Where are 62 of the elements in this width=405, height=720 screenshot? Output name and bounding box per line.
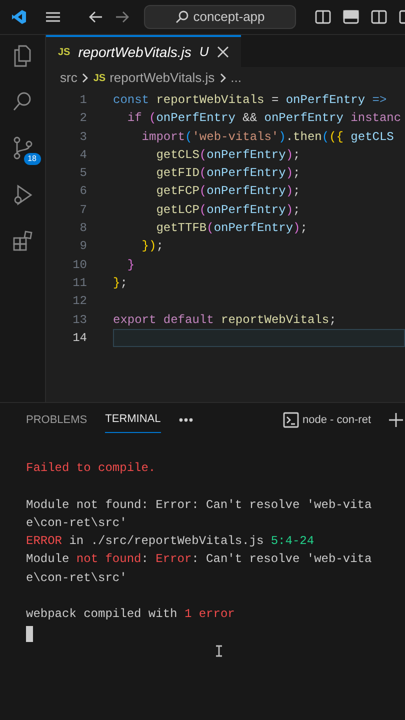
terminal-line: Module not found: Error: Can't resolve 'web-vita xyxy=(26,496,373,514)
forward-arrow-icon[interactable] xyxy=(114,9,130,25)
layout-icon[interactable] xyxy=(399,9,405,25)
terminal-line: e\con-ret\src' xyxy=(26,570,128,587)
line-number: 13 xyxy=(72,312,88,329)
line-number: 1 xyxy=(78,92,88,109)
terminal-line: webpack compiled with 1 error xyxy=(26,606,236,624)
chevron-icon xyxy=(218,73,227,83)
close-icon[interactable] xyxy=(216,46,229,58)
code-line: getLCP(onPerfEntry); xyxy=(155,202,300,217)
file-type-icon: JS xyxy=(93,70,106,86)
line-number: 7 xyxy=(78,202,88,219)
panel-layout-icon[interactable] xyxy=(343,9,359,25)
code-line: }; xyxy=(113,276,128,290)
line-number: 10 xyxy=(72,256,88,274)
terminal-line: Module not found: Error: Can't resolve 'web-vita xyxy=(26,551,373,568)
terminal-name[interactable]: node - con-ret xyxy=(302,412,371,428)
line-number: 11 xyxy=(72,274,88,292)
search-icon xyxy=(175,10,190,24)
plus-icon[interactable] xyxy=(389,413,403,427)
more-icon[interactable] xyxy=(178,418,193,422)
code-line: import('web-vitals').then(({ getCLS xyxy=(140,130,394,144)
code-line: } xyxy=(126,258,135,272)
code-line: getTTFB(onPerfEntry); xyxy=(155,221,308,236)
search-field[interactable]: concept-app xyxy=(144,5,296,29)
panel-tab[interactable]: TERMINAL xyxy=(105,407,161,433)
breadcrumb-item[interactable]: reportWebVitals.js xyxy=(110,68,215,88)
line-number: 4 xyxy=(78,146,88,164)
line-number: 9 xyxy=(78,238,88,256)
line-number: 6 xyxy=(78,183,88,200)
code-line: getFCP(onPerfEntry); xyxy=(155,184,300,198)
count-badge: 18 xyxy=(24,152,40,165)
line-number: 8 xyxy=(78,220,88,238)
logo-icon xyxy=(11,9,27,25)
breadcrumb-item[interactable]: ... xyxy=(230,68,242,88)
terminal-line: ERROR in ./src/reportWebVitals.js 5:4-24 xyxy=(26,533,316,550)
code-line: getCLS(onPerfEntry); xyxy=(155,148,300,162)
panel-tab[interactable]: PROBLEMS xyxy=(26,408,88,432)
code-line: getFID(onPerfEntry); xyxy=(155,166,300,180)
terminal-line: Failed to compile. xyxy=(26,460,157,477)
text-cursor-icon xyxy=(215,645,223,657)
chevron-icon xyxy=(81,73,90,83)
terminal-line: e\con-ret\src' xyxy=(26,514,128,532)
extensions-icon[interactable] xyxy=(10,228,34,253)
code-line: if (onPerfEntry && onPerfEntry instanc xyxy=(126,111,402,126)
line-number: 12 xyxy=(72,293,88,310)
breadcrumb-item[interactable]: src xyxy=(60,68,78,88)
line-number: 3 xyxy=(78,128,88,146)
code-line: }); xyxy=(140,239,164,254)
code-line: export default reportWebVitals; xyxy=(113,312,336,327)
terminal-icon xyxy=(282,412,299,428)
editor-tab[interactable]: JS reportWebVitals.js U xyxy=(46,35,241,67)
code-line: const reportWebVitals = onPerfEntry => xyxy=(113,93,387,107)
line-number: 2 xyxy=(78,110,88,128)
status-letter: U xyxy=(199,43,209,62)
back-arrow-icon[interactable] xyxy=(88,9,104,25)
line-number: 14 xyxy=(72,330,88,347)
terminal-cursor xyxy=(26,626,33,642)
sidebar-layout-icon[interactable] xyxy=(371,9,387,25)
file-type-icon: JS xyxy=(58,44,70,60)
split-editor-icon[interactable] xyxy=(315,9,331,25)
line-number: 5 xyxy=(78,165,88,182)
